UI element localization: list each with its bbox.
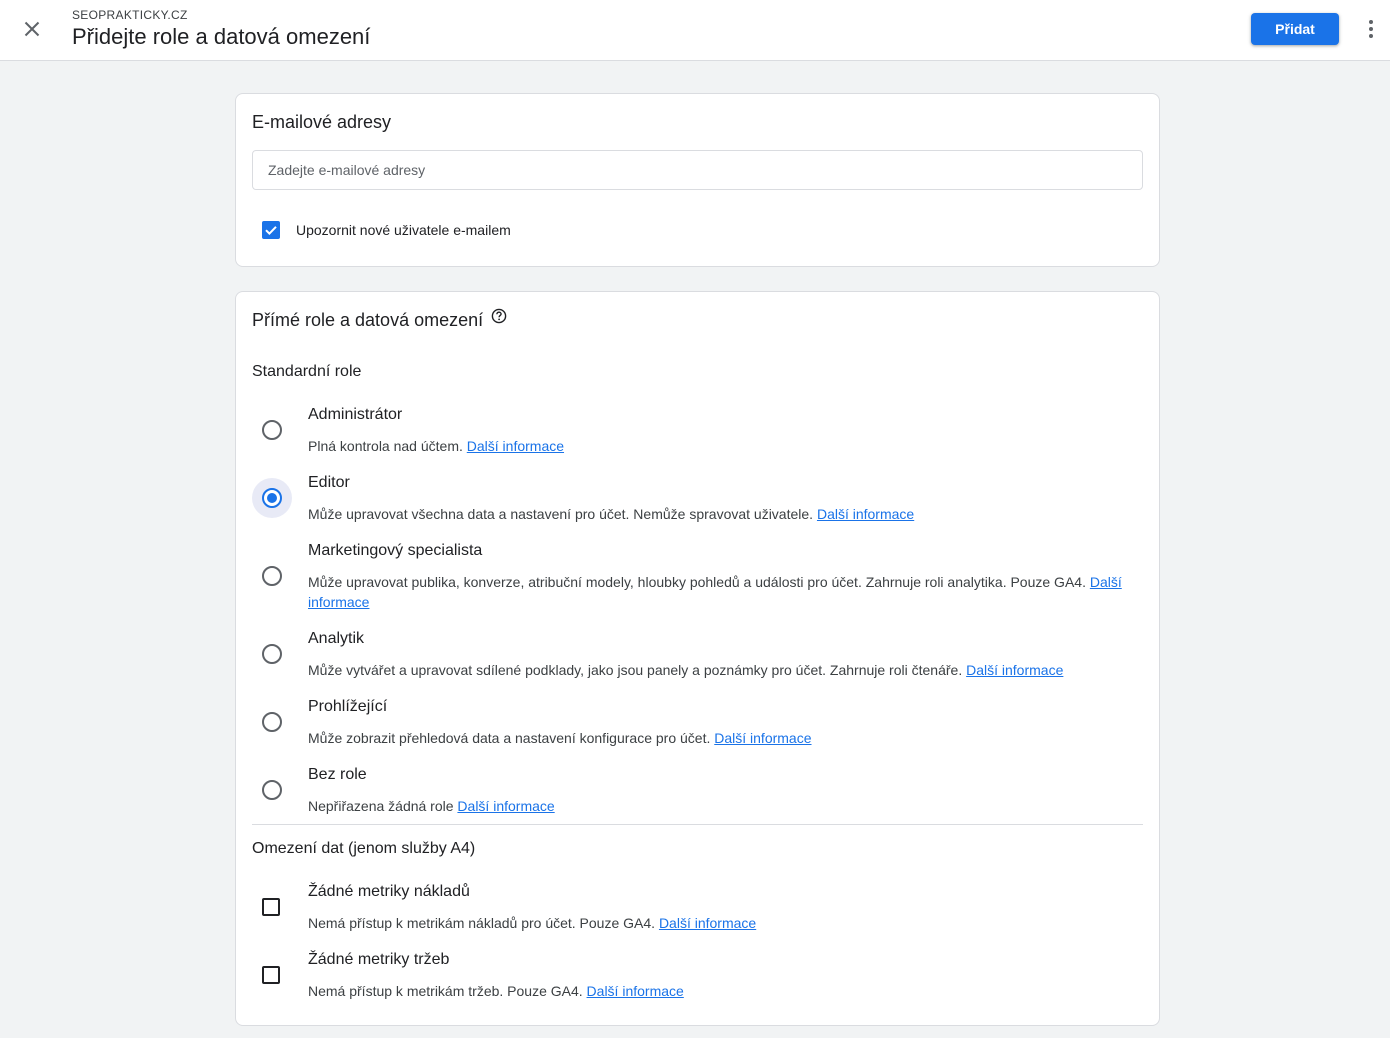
restriction-description: Nemá přístup k metrikám nákladů pro účet… — [308, 915, 757, 931]
more-info-link[interactable]: Další informace — [817, 506, 914, 522]
notify-label: Upozornit nové uživatele e-mailem — [296, 222, 511, 238]
restriction-checkbox-revenue[interactable] — [262, 966, 280, 984]
role-description: Může upravovat všechna data a nastavení … — [308, 506, 915, 522]
role-radio-analyst[interactable] — [262, 644, 282, 664]
more-info-link[interactable]: Další informace — [659, 915, 756, 931]
role-description: Může zobrazit přehledová data a nastaven… — [308, 730, 812, 746]
check-icon — [265, 226, 277, 236]
roles-card: Přímé role a datová omezení Standardní r… — [235, 291, 1160, 1026]
role-title: Bez role — [308, 766, 367, 783]
account-name: SEOPRAKTICKY.CZ — [72, 8, 188, 22]
more-info-link[interactable]: Další informace — [966, 662, 1063, 678]
email-input[interactable] — [252, 150, 1143, 190]
data-restrictions-label: Omezení dat (jenom služby A4) — [252, 840, 476, 857]
add-button[interactable]: Přidat — [1251, 13, 1339, 45]
email-card-title: E-mailové adresy — [252, 112, 392, 132]
role-radio-administrator[interactable] — [262, 420, 282, 440]
role-title: Prohlížející — [308, 698, 388, 715]
restriction-title: Žádné metriky tržeb — [308, 951, 450, 968]
role-title: Editor — [308, 474, 350, 491]
standard-roles-label: Standardní role — [252, 363, 362, 380]
close-button[interactable] — [14, 11, 50, 47]
notify-checkbox-row[interactable]: Upozornit nové uživatele e-mailem — [262, 221, 511, 239]
more-info-link[interactable]: Další informace — [587, 983, 684, 999]
role-description: Nepřiřazena žádná role Další informace — [308, 798, 555, 814]
role-radio-editor[interactable] — [262, 488, 282, 508]
restriction-description: Nemá přístup k metrikám tržeb. Pouze GA4… — [308, 983, 684, 999]
top-bar: SEOPRAKTICKY.CZ Přidejte role a datová o… — [0, 0, 1390, 61]
more-vert-icon — [1369, 20, 1373, 38]
email-card: E-mailové adresy Upozornit nové uživatel… — [235, 93, 1160, 267]
role-radio-none[interactable] — [262, 780, 282, 800]
roles-card-header: Přímé role a datová omezení — [252, 308, 507, 332]
role-description: Může vytvářet a upravovat sdílené podkla… — [308, 662, 1064, 678]
role-title: Analytik — [308, 630, 365, 647]
role-radio-viewer[interactable] — [262, 712, 282, 732]
close-icon — [24, 21, 40, 37]
roles-card-title: Přímé role a datová omezení — [252, 310, 484, 330]
role-radio-marketer[interactable] — [262, 566, 282, 586]
role-title: Administrátor — [308, 406, 403, 423]
help-icon[interactable] — [491, 308, 507, 329]
page-title: Přidejte role a datová omezení — [72, 24, 371, 49]
more-info-link[interactable]: Další informace — [457, 798, 554, 814]
restriction-checkbox-cost[interactable] — [262, 898, 280, 916]
more-info-link[interactable]: Další informace — [714, 730, 811, 746]
more-info-link[interactable]: Další informace — [467, 438, 564, 454]
role-description: Může upravovat publika, konverze, atribu… — [308, 574, 1122, 610]
more-options-button[interactable] — [1356, 13, 1386, 45]
role-title: Marketingový specialista — [308, 542, 483, 559]
notify-checkbox[interactable] — [262, 221, 280, 239]
restriction-title: Žádné metriky nákladů — [308, 883, 470, 900]
role-description: Plná kontrola nad účtem. Další informace — [308, 438, 565, 454]
section-divider — [252, 824, 1143, 825]
